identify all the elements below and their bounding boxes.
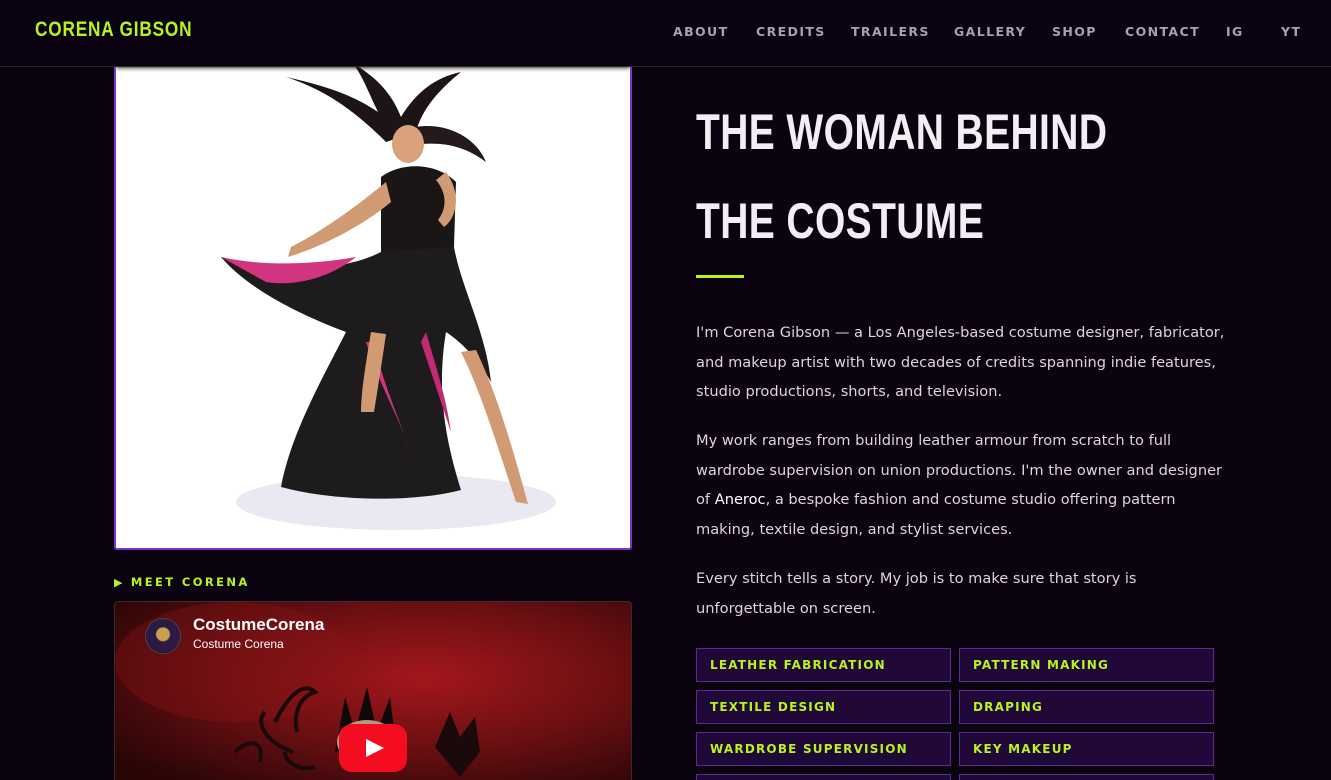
youtube-embed[interactable]: CostumeCorena Costume Corena: [114, 601, 632, 780]
channel-subtitle: Costume Corena: [193, 637, 284, 651]
bio-paragraph-3: Every stitch tells a story. My job is to…: [696, 570, 1137, 617]
nav-link-contact[interactable]: CONTACT: [1125, 24, 1200, 39]
nav-link-credits[interactable]: CREDITS: [756, 24, 826, 39]
top-nav: CORENA GIBSON ABOUT CREDITS TRAILERS GAL…: [0, 0, 1331, 67]
nav-link-shop[interactable]: SHOP: [1052, 24, 1097, 39]
skill-tag: DRAPING: [959, 690, 1214, 724]
skill-tag-partial: [959, 774, 1214, 780]
bio-paragraph-1: I'm Corena Gibson — a Los Angeles-based …: [696, 324, 1225, 400]
brand-logo[interactable]: CORENA GIBSON: [35, 18, 192, 42]
skill-tag: WARDROBE SUPERVISION: [696, 732, 951, 766]
skill-tag: LEATHER FABRICATION: [696, 648, 951, 682]
nav-link-gallery[interactable]: GALLERY: [954, 24, 1026, 39]
skill-tag-partial: [696, 774, 951, 780]
bio-paragraph-2: My work ranges from building leather arm…: [696, 426, 1226, 544]
skill-tag: PATTERN MAKING: [959, 648, 1214, 682]
page-title: THE WOMAN BEHIND THE COSTUME: [696, 104, 1108, 249]
aneroc-brand-name: Aneroc: [714, 491, 766, 508]
channel-avatar[interactable]: [145, 618, 181, 654]
play-triangle-icon: ▶: [114, 576, 125, 589]
skill-tag: TEXTILE DESIGN: [696, 690, 951, 724]
nav-link-about[interactable]: ABOUT: [673, 24, 729, 39]
nav-link-ig[interactable]: IG: [1226, 24, 1244, 39]
youtube-play-icon[interactable]: [339, 724, 407, 772]
meet-corena-text: MEET CORENA: [130, 575, 250, 589]
portrait-photo: [114, 30, 632, 550]
nav-link-trailers[interactable]: TRAILERS: [851, 24, 930, 39]
dancer-image: [221, 62, 556, 530]
skill-tag: KEY MAKEUP: [959, 732, 1214, 766]
channel-name[interactable]: CostumeCorena: [193, 615, 324, 635]
accent-divider: [696, 275, 744, 278]
nav-link-yt[interactable]: YT: [1281, 24, 1301, 39]
meet-corena-label: ▶ MEET CORENA: [114, 575, 250, 589]
bio-paragraph-2-text-b: , a bespoke fashion and costume studio o…: [696, 491, 1176, 538]
